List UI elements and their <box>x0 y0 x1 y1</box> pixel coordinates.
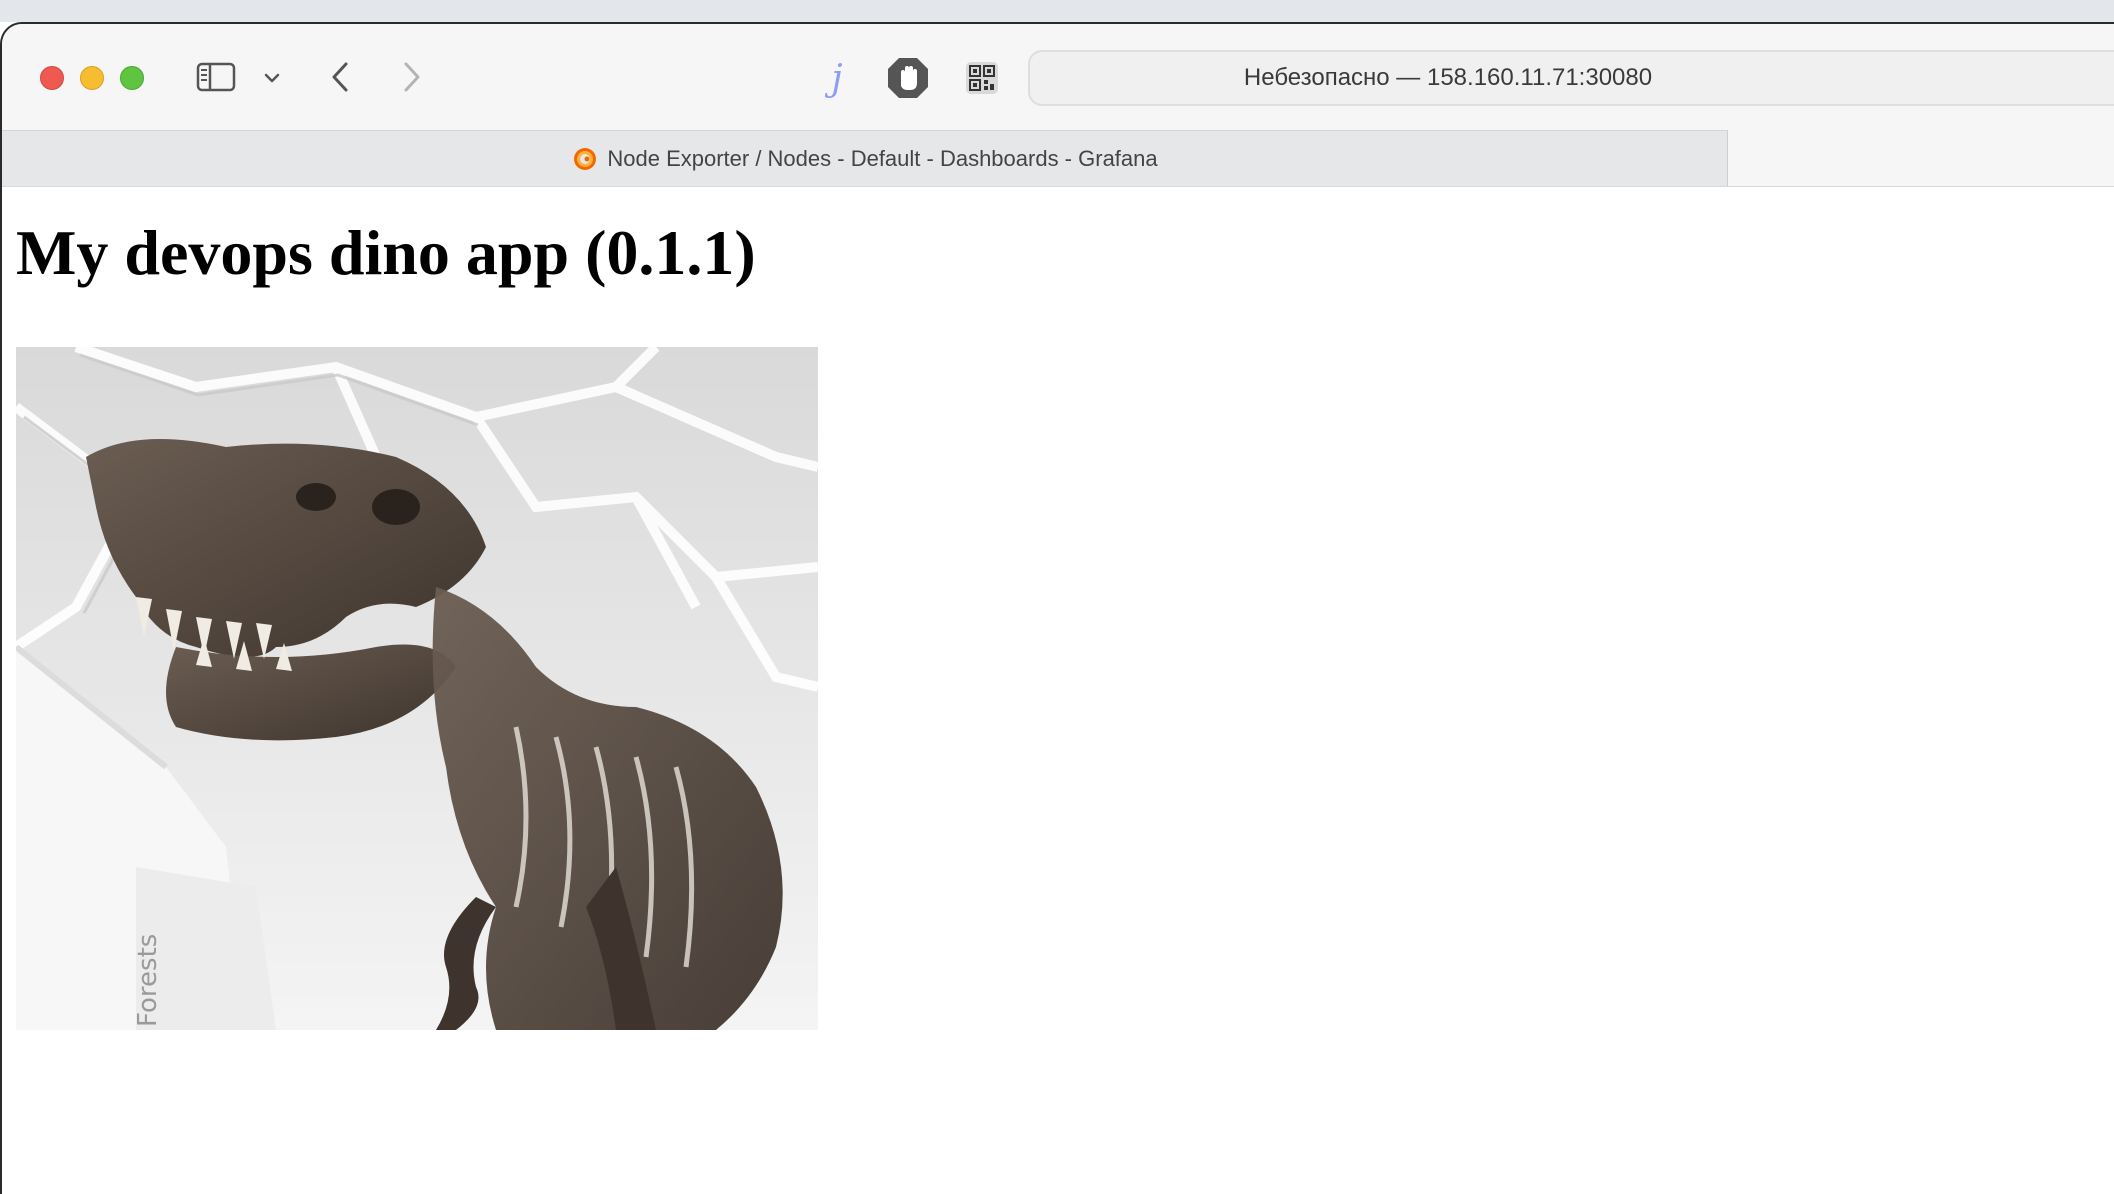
address-bar[interactable]: Небезопасно — 158.160.11.71:30080 <box>1028 50 2114 106</box>
extension-j-button[interactable]: j <box>822 57 852 99</box>
page-title: My devops dino app (0.1.1) <box>16 217 756 288</box>
adblock-extension-button[interactable] <box>886 56 930 100</box>
forward-button[interactable] <box>396 60 426 94</box>
tab-groups-dropdown-button[interactable] <box>262 66 282 90</box>
trex-skeleton-illustration: Forests <box>16 347 818 1030</box>
watermark-text: Forests <box>133 934 163 1027</box>
stop-hand-icon <box>888 58 928 98</box>
tab-bar: Node Exporter / Nodes - Default - Dashbo… <box>2 130 2114 187</box>
close-window-button[interactable] <box>40 66 64 90</box>
chevron-right-icon <box>404 62 420 92</box>
maximize-window-button[interactable] <box>120 66 144 90</box>
page-content: My devops dino app (0.1.1) Forests <box>2 187 2114 1194</box>
tab-grafana[interactable]: Node Exporter / Nodes - Default - Dashbo… <box>2 130 1728 186</box>
sidebar-icon <box>196 62 236 92</box>
qr-code-icon <box>966 62 998 94</box>
address-bar-text: Небезопасно — 158.160.11.71:30080 <box>1243 64 1653 91</box>
dino-image: Forests <box>16 347 818 1030</box>
qr-code-extension-button[interactable] <box>964 60 1000 96</box>
minimize-window-button[interactable] <box>80 66 104 90</box>
desktop-background <box>0 0 2114 22</box>
tab-title: Node Exporter / Nodes - Default - Dashbo… <box>607 145 1158 171</box>
browser-toolbar: j Небезопасно — 158.160.11.71:30080 <box>2 24 2114 130</box>
back-button[interactable] <box>326 60 356 94</box>
extension-j-label: j <box>831 57 843 99</box>
chevron-down-icon <box>264 73 280 83</box>
grafana-logo-icon <box>574 147 597 170</box>
sidebar-toggle-button[interactable] <box>196 60 236 94</box>
browser-window: j Небезопасно — 158.160.11.71:30080 Node… <box>0 22 2114 1194</box>
tab-content: Node Exporter / Nodes - Default - Dashbo… <box>571 145 1158 173</box>
chevron-left-icon <box>332 62 348 92</box>
